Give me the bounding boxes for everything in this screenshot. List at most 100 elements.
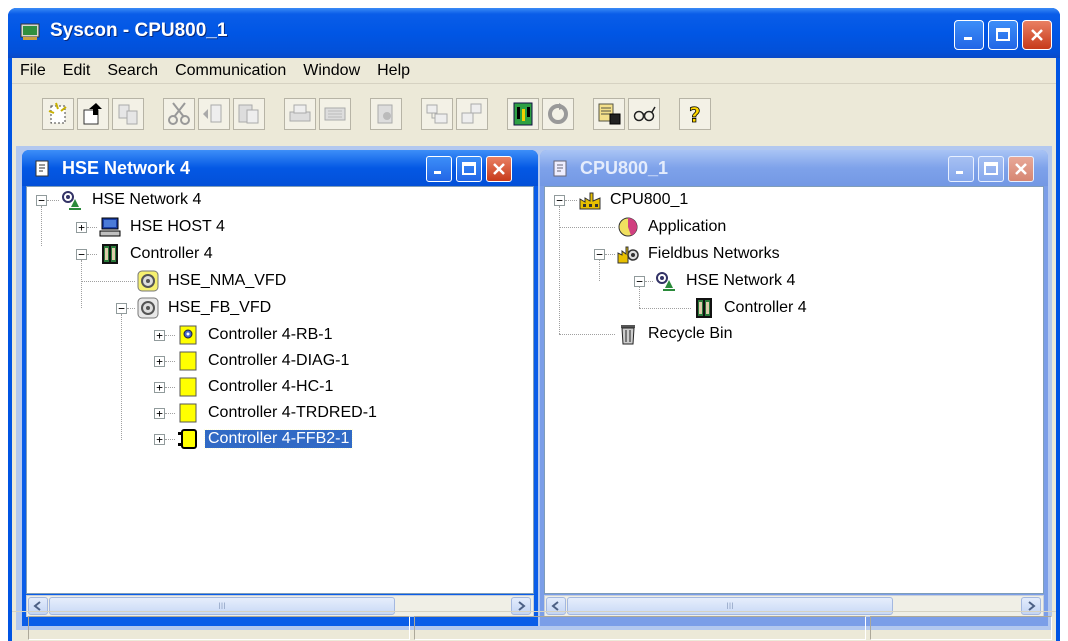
left-panel-maximize-button[interactable] [456,156,482,182]
tree-connector [81,260,82,308]
maximize-icon [984,162,998,175]
menu-search[interactable]: Search [107,62,158,80]
recycle-bin-icon [621,325,635,345]
help-button[interactable]: ? [679,98,711,130]
right-panel-maximize-button[interactable] [978,156,1004,182]
watch-button[interactable] [628,98,660,130]
tree-node-rb[interactable]: Controller 4-RB-1 [177,324,335,346]
document-icon [35,160,49,177]
cut-button[interactable] [163,98,195,130]
tree-node-hse-network[interactable]: HSE Network 4 [655,270,798,292]
tree-connector [165,387,175,388]
tree-node-hse-network[interactable]: HSE Network 4 [61,189,204,211]
new-button[interactable] [42,98,74,130]
expand-toggle[interactable]: + [76,222,87,233]
arrow-right-icon [1028,601,1036,611]
copy-button[interactable] [198,98,230,130]
minimize-button[interactable] [954,20,984,50]
tree-node-fieldbus-networks[interactable]: Fieldbus Networks [617,243,783,265]
status-pane [414,616,866,640]
client-area: File Edit Search Communication Window He… [12,58,1056,641]
tree-node-recycle-bin[interactable]: Recycle Bin [617,323,735,345]
left-panel-minimize-button[interactable] [426,156,452,182]
open-icon [83,103,102,125]
tree-node-label: HSE Network 4 [92,191,202,208]
expand-button[interactable] [421,98,453,130]
tree-node-hse-nma-vfd[interactable]: HSE_NMA_VFD [137,270,289,292]
tree-node-hse-fb-vfd[interactable]: HSE_FB_VFD [137,297,274,319]
menu-communication[interactable]: Communication [175,62,286,80]
resource-block-icon [179,325,197,345]
expand-toggle[interactable]: + [154,408,165,419]
tree-node-ffb2[interactable]: Controller 4-FFB2-1 [177,428,354,450]
right-panel-minimize-button[interactable] [948,156,974,182]
menu-window[interactable]: Window [303,62,360,80]
open-button[interactable] [77,98,109,130]
network-icon [62,191,81,210]
menu-file[interactable]: File [20,62,46,80]
tree-node-application[interactable]: Application [617,216,729,238]
tree-node-controller[interactable]: Controller 4 [693,297,810,319]
right-panel-titlebar[interactable]: CPU800_1 [540,150,1048,186]
download-button[interactable] [593,98,625,130]
tree-node-label: Recycle Bin [648,325,733,342]
tree-node-label: HSE Network 4 [686,272,796,289]
expand-toggle[interactable]: + [154,434,165,445]
tree-connector [127,308,135,309]
menu-edit[interactable]: Edit [63,62,91,80]
collapse-toggle[interactable]: − [36,195,47,206]
tree-node-trdred[interactable]: Controller 4-TRDRED-1 [177,402,380,424]
expand-toggle[interactable]: + [154,356,165,367]
tree-node-diag[interactable]: Controller 4-DIAG-1 [177,350,352,372]
tree-node-controller[interactable]: Controller 4 [99,243,216,265]
left-panel-close-button[interactable] [486,156,512,182]
copy-icon [203,104,222,123]
tree-node-hse-host[interactable]: HSE HOST 4 [99,216,228,238]
expand-toggle[interactable]: + [154,330,165,341]
function-block-icon [179,403,197,423]
close-button[interactable] [1022,20,1052,50]
maximize-icon [996,28,1010,41]
collapse-toggle[interactable]: − [634,276,645,287]
collapse-toggle[interactable]: − [554,195,565,206]
tree-connector [87,254,97,255]
left-tree-view[interactable]: − + − − + + + + + HSE Network 4 HSE HOST… [26,186,534,594]
refresh-button[interactable] [542,98,574,130]
tree-node-label: CPU800_1 [610,191,689,208]
tree-connector [47,200,59,201]
maximize-icon [462,162,476,175]
collapse-button[interactable] [456,98,488,130]
network-button[interactable] [507,98,539,130]
maximize-button[interactable] [988,20,1018,50]
collapse-toggle[interactable]: − [594,249,605,260]
tree-node-hc[interactable]: Controller 4-HC-1 [177,376,336,398]
watch-icon [633,106,656,122]
right-panel-close-button[interactable] [1008,156,1034,182]
mdi-area: HSE Network 4 − + − − + + + + + HSE Netw… [16,146,1052,630]
paste-button[interactable] [233,98,265,130]
expand-toggle[interactable]: + [154,382,165,393]
save-button[interactable] [112,98,144,130]
tree-connector [87,227,97,228]
function-block-icon [179,351,197,371]
tree-connector [559,227,615,228]
cut-icon [168,102,190,125]
right-panel-title: CPU800_1 [580,158,669,178]
properties-button[interactable] [370,98,402,130]
collapse-toggle[interactable]: − [76,249,87,260]
print-button[interactable] [284,98,316,130]
tree-node-label: Fieldbus Networks [648,245,780,262]
tree-node-cpu800[interactable]: CPU800_1 [579,189,691,211]
title-bar[interactable]: Syscon - CPU800_1 [8,8,1060,58]
collapse-toggle[interactable]: − [116,303,127,314]
left-panel-titlebar[interactable]: HSE Network 4 [22,150,538,186]
help-icon: ? [689,103,701,127]
menu-help[interactable]: Help [377,62,410,80]
preview-button[interactable] [319,98,351,130]
toolbar: ? [18,94,1052,134]
plant-icon [579,192,601,210]
right-tree-view[interactable]: − − − CPU800_1 Application Fieldbus Netw… [544,186,1044,594]
minimize-icon [434,171,441,174]
close-icon [1031,29,1043,41]
tree-node-label: Controller 4-RB-1 [208,326,333,343]
